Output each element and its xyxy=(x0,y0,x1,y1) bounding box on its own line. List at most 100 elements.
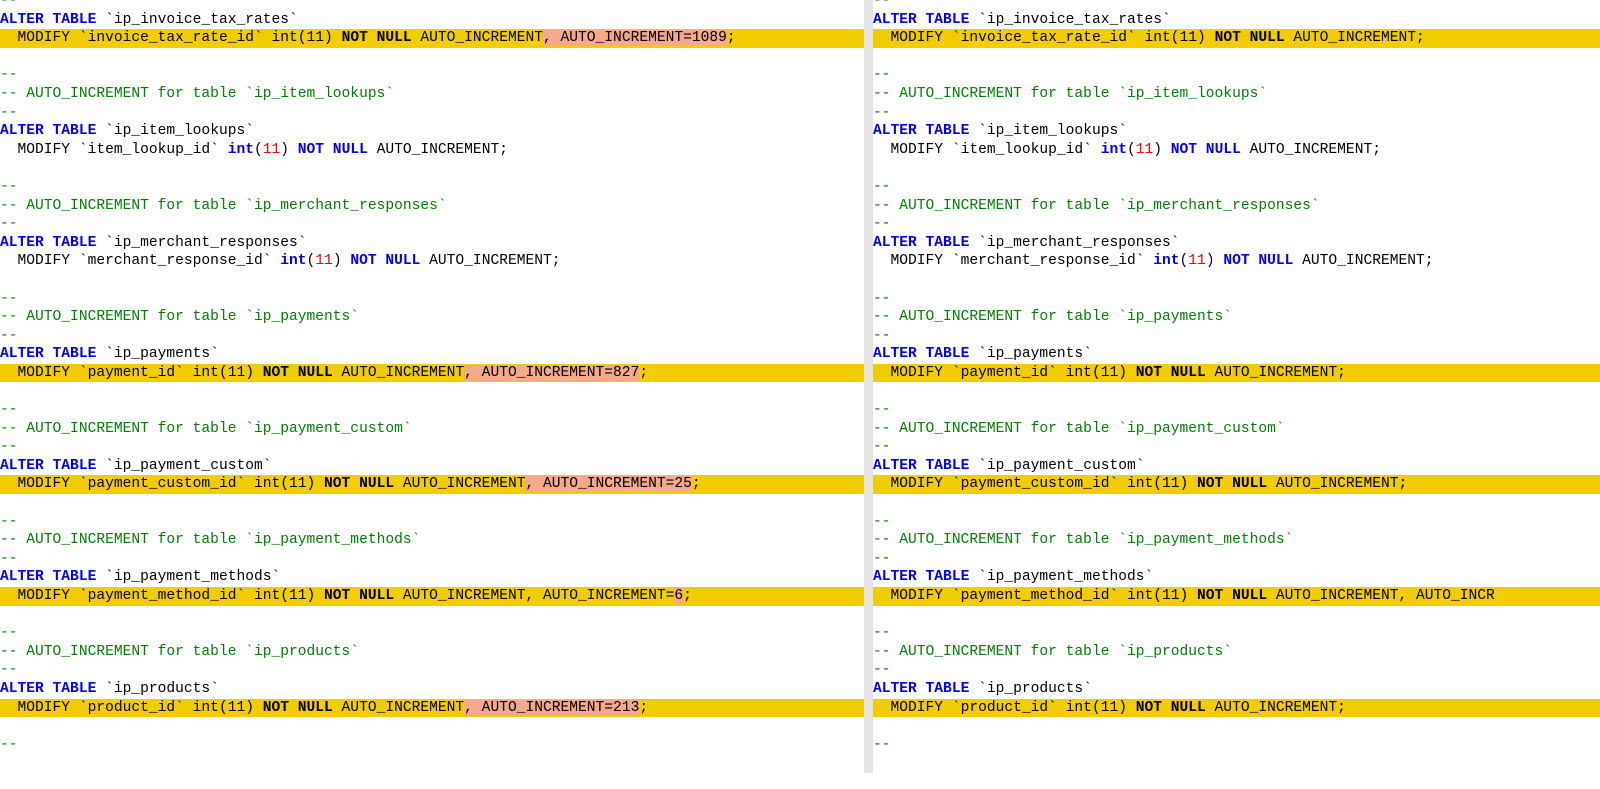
code-line[interactable]: MODIFY `item_lookup_id` int(11) NOT NULL… xyxy=(873,141,1600,160)
code-token: ) xyxy=(1205,253,1224,270)
code-line[interactable] xyxy=(0,271,864,290)
code-line[interactable] xyxy=(0,717,864,736)
changed-code-line[interactable]: MODIFY `product_id` int(11) NOT NULL AUT… xyxy=(873,698,1600,718)
code-line[interactable]: -- xyxy=(0,401,864,420)
code-line[interactable]: ALTER TABLE `ip_payments` xyxy=(873,345,1600,364)
code-line[interactable]: ALTER TABLE `ip_payments` xyxy=(0,345,864,364)
code-line[interactable] xyxy=(873,382,1600,401)
code-line[interactable]: ALTER TABLE `ip_item_lookups` xyxy=(873,122,1600,141)
code-line[interactable]: ALTER TABLE `ip_merchant_responses` xyxy=(873,234,1600,253)
code-token: ALTER TABLE xyxy=(873,346,970,363)
code-token: -- xyxy=(0,327,18,344)
left-diff-pane[interactable]: -- ALTER TABLE `ip_invoice_tax_rates` MOD… xyxy=(0,0,864,789)
code-line[interactable]: -- AUTO_INCREMENT for table `ip_products… xyxy=(873,643,1600,662)
code-line[interactable]: ALTER TABLE `ip_invoice_tax_rates` xyxy=(873,11,1600,30)
changed-code-line[interactable]: MODIFY `invoice_tax_rate_id` int(11) NOT… xyxy=(0,29,864,48)
code-line[interactable]: -- xyxy=(873,401,1600,420)
code-line[interactable]: -- AUTO_INCREMENT for table `ip_merchant… xyxy=(0,197,864,216)
code-line[interactable]: ALTER TABLE `ip_payment_methods` xyxy=(0,568,864,587)
code-line[interactable] xyxy=(873,48,1600,67)
code-line[interactable]: -- xyxy=(0,327,864,346)
code-token: -- xyxy=(873,439,891,456)
code-line[interactable]: -- AUTO_INCREMENT for table `ip_item_loo… xyxy=(873,85,1600,104)
code-line[interactable]: ALTER TABLE `ip_payment_methods` xyxy=(873,568,1600,587)
code-token: MODIFY `invoice_tax_rate_id` int(11) xyxy=(873,30,1215,47)
code-line[interactable]: -- xyxy=(873,624,1600,643)
code-line[interactable]: -- xyxy=(0,66,864,85)
code-line[interactable]: -- xyxy=(0,736,864,755)
code-token: 11 xyxy=(315,253,333,270)
changed-code-line[interactable]: MODIFY `invoice_tax_rate_id` int(11) NOT… xyxy=(873,29,1600,48)
code-line[interactable]: ALTER TABLE `ip_merchant_responses` xyxy=(0,234,864,253)
code-line[interactable]: -- xyxy=(873,550,1600,569)
code-line[interactable]: ALTER TABLE `ip_payment_custom` xyxy=(873,457,1600,476)
code-line[interactable] xyxy=(873,606,1600,625)
code-line[interactable]: -- AUTO_INCREMENT for table `ip_payments… xyxy=(873,308,1600,327)
code-line[interactable]: -- xyxy=(873,104,1600,123)
changed-code-line[interactable]: MODIFY `payment_method_id` int(11) NOT N… xyxy=(0,587,864,606)
changed-code-line[interactable]: MODIFY `payment_custom_id` int(11) NOT N… xyxy=(873,475,1600,495)
code-token: ALTER TABLE xyxy=(0,457,97,474)
right-diff-pane[interactable]: -- ALTER TABLE `ip_invoice_tax_rates` MOD… xyxy=(873,0,1600,789)
code-line[interactable]: -- xyxy=(873,736,1600,755)
code-line[interactable]: -- xyxy=(873,0,1600,11)
code-line[interactable]: ALTER TABLE `ip_products` xyxy=(0,680,864,699)
changed-code-line[interactable]: MODIFY `payment_id` int(11) NOT NULL AUT… xyxy=(0,363,864,383)
code-line[interactable]: -- xyxy=(0,215,864,234)
code-line[interactable]: MODIFY `merchant_response_id` int(11) NO… xyxy=(873,252,1600,271)
code-line[interactable]: ALTER TABLE `ip_payment_custom` xyxy=(0,457,864,476)
code-line[interactable]: -- xyxy=(873,66,1600,85)
code-line[interactable]: -- xyxy=(873,438,1600,457)
code-line[interactable]: -- xyxy=(0,104,864,123)
code-token: AUTO_INCREMENT; xyxy=(1267,476,1408,493)
code-line[interactable]: -- AUTO_INCREMENT for table `ip_payment_… xyxy=(873,420,1600,439)
code-line[interactable]: -- xyxy=(0,0,864,11)
code-line[interactable]: -- xyxy=(0,438,864,457)
code-token: NOT NULL xyxy=(262,699,333,716)
changed-code-line[interactable]: MODIFY `payment_custom_id` int(11) NOT N… xyxy=(0,475,864,495)
code-line[interactable]: -- xyxy=(0,513,864,532)
inline-diff-segment: , AUTO_INCREMENT=1089 xyxy=(543,30,727,47)
code-line[interactable] xyxy=(873,717,1600,736)
code-line[interactable] xyxy=(873,494,1600,513)
code-line[interactable]: MODIFY `item_lookup_id` int(11) NOT NULL… xyxy=(0,141,864,160)
code-line[interactable]: -- xyxy=(0,290,864,309)
code-line[interactable] xyxy=(0,606,864,625)
code-line[interactable] xyxy=(0,382,864,401)
changed-code-line[interactable]: MODIFY `payment_method_id` int(11) NOT N… xyxy=(873,587,1600,606)
code-token: AUTO_INCREMENT; xyxy=(1293,253,1434,270)
code-line[interactable] xyxy=(873,271,1600,290)
code-line[interactable]: -- AUTO_INCREMENT for table `ip_payments… xyxy=(0,308,864,327)
code-line[interactable]: -- xyxy=(0,624,864,643)
code-line[interactable] xyxy=(0,494,864,513)
code-line[interactable]: ALTER TABLE `ip_item_lookups` xyxy=(0,122,864,141)
changed-code-line[interactable]: MODIFY `payment_id` int(11) NOT NULL AUT… xyxy=(873,363,1600,383)
code-token: -- AUTO_INCREMENT for table `ip_payment_… xyxy=(0,532,421,549)
code-line[interactable]: -- xyxy=(873,290,1600,309)
code-line[interactable]: -- xyxy=(873,661,1600,680)
pane-splitter[interactable] xyxy=(864,0,873,789)
code-line[interactable]: ALTER TABLE `ip_products` xyxy=(873,680,1600,699)
code-line[interactable]: ALTER TABLE `ip_invoice_tax_rates` xyxy=(0,11,864,30)
code-line[interactable]: -- AUTO_INCREMENT for table `ip_merchant… xyxy=(873,197,1600,216)
code-line[interactable]: -- xyxy=(0,178,864,197)
code-token: -- xyxy=(873,216,891,233)
code-line[interactable] xyxy=(0,159,864,178)
code-line[interactable]: -- AUTO_INCREMENT for table `ip_item_loo… xyxy=(0,85,864,104)
code-line[interactable]: -- xyxy=(873,327,1600,346)
code-line[interactable] xyxy=(873,159,1600,178)
code-token: NOT NULL xyxy=(1197,476,1268,493)
code-line[interactable]: -- AUTO_INCREMENT for table `ip_payment_… xyxy=(873,531,1600,550)
code-line[interactable]: -- AUTO_INCREMENT for table `ip_payment_… xyxy=(0,420,864,439)
code-line[interactable]: -- xyxy=(0,550,864,569)
code-line[interactable]: -- xyxy=(0,661,864,680)
code-token: -- xyxy=(873,402,891,419)
code-line[interactable]: -- xyxy=(873,215,1600,234)
code-line[interactable] xyxy=(0,48,864,67)
changed-code-line[interactable]: MODIFY `product_id` int(11) NOT NULL AUT… xyxy=(0,698,864,718)
code-line[interactable]: -- AUTO_INCREMENT for table `ip_payment_… xyxy=(0,531,864,550)
code-line[interactable]: MODIFY `merchant_response_id` int(11) NO… xyxy=(0,252,864,271)
code-line[interactable]: -- xyxy=(873,178,1600,197)
code-line[interactable]: -- AUTO_INCREMENT for table `ip_products… xyxy=(0,643,864,662)
code-line[interactable]: -- xyxy=(873,513,1600,532)
